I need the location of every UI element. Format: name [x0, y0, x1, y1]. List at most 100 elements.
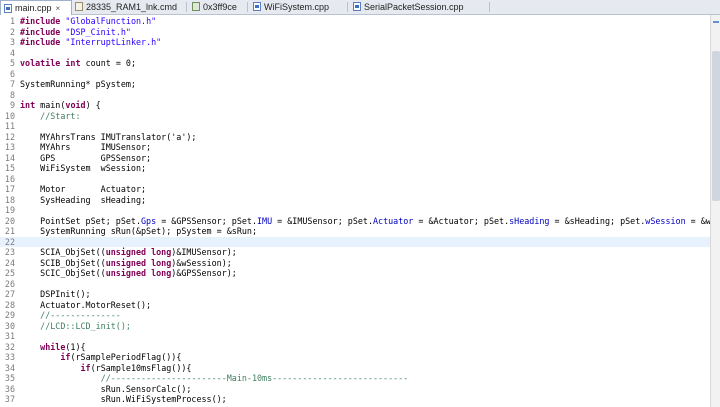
- code-line[interactable]: 11: [0, 121, 710, 132]
- code-line[interactable]: 26: [0, 279, 710, 290]
- line-number: 9: [9, 100, 15, 110]
- line-number: 33: [4, 352, 15, 362]
- keyword-token: unsigned long: [105, 257, 172, 268]
- code-text: volatile int count = 0;: [20, 58, 136, 69]
- cmd-file-icon: [75, 2, 83, 11]
- field-token: wSession: [645, 215, 686, 226]
- code-line[interactable]: 25 SCIC_ObjSet((unsigned long)&GPSSensor…: [0, 268, 710, 279]
- code-line[interactable]: 37 sRun.WiFiSystemProcess();: [0, 394, 710, 405]
- code-line[interactable]: 32 while(1){: [0, 342, 710, 353]
- line-number: 21: [4, 226, 15, 236]
- code-line[interactable]: 20 PointSet pSet; pSet.Gps = &GPSSensor;…: [0, 216, 710, 227]
- code-text: DSPInit();: [20, 289, 91, 300]
- code-token: DSPInit();: [20, 289, 91, 299]
- code-line[interactable]: 28 Actuator.MotorReset();: [0, 300, 710, 311]
- code-line[interactable]: 3 #include "InterruptLinker.h": [0, 37, 710, 48]
- code-line[interactable]: 36 sRun.SensorCalc();: [0, 384, 710, 395]
- code-line[interactable]: 7 SystemRunning* pSystem;: [0, 79, 710, 90]
- line-number: 37: [4, 394, 15, 404]
- code-line[interactable]: 16: [0, 174, 710, 185]
- code-text: if(rSamplePeriodFlag()){: [20, 352, 181, 363]
- code-line[interactable]: 29 //--------------: [0, 310, 710, 321]
- code-text: SystemRunning sRun(&pSet); pSystem = &sR…: [20, 226, 257, 237]
- code-line[interactable]: 2 #include "DSP_Cinit.h": [0, 27, 710, 38]
- vertical-scrollbar[interactable]: [710, 15, 720, 407]
- code-line[interactable]: 33 if(rSamplePeriodFlag()){: [0, 352, 710, 363]
- close-tab-icon[interactable]: ×: [56, 4, 61, 13]
- code-text: WiFiSystem wSession;: [20, 163, 146, 174]
- code-line[interactable]: 4: [0, 48, 710, 59]
- keyword-token: if: [60, 352, 71, 362]
- field-token: Actuator: [372, 215, 414, 226]
- code-text: Motor Actuator;: [20, 184, 146, 195]
- line-number: 3: [9, 37, 15, 47]
- line-number: 10: [4, 110, 15, 121]
- tab-main-cpp[interactable]: main.cpp ×: [0, 0, 72, 15]
- code-text: SysHeading sHeading;: [20, 195, 146, 206]
- code-line[interactable]: 10 //Start:: [0, 111, 710, 122]
- line-number: 32: [4, 341, 15, 352]
- tab-label: 28335_RAM1_lnk.cmd: [86, 1, 178, 12]
- code-line[interactable]: 30 //LCD::LCD_init();: [0, 321, 710, 332]
- code-token: SystemRunning* pSystem;: [20, 79, 136, 89]
- line-number: 1: [9, 16, 15, 26]
- line-number: 6: [9, 68, 15, 79]
- code-token: PointSet pSet; pSet.: [20, 215, 142, 226]
- code-token: )&wSession);: [171, 257, 232, 268]
- code-text: PointSet pSet; pSet.Gps = &GPSSensor; pS…: [20, 216, 710, 227]
- code-line[interactable]: 9 int main(void) {: [0, 100, 710, 111]
- code-text: MYAhrs IMUSensor;: [20, 142, 151, 153]
- code-line[interactable]: 21 SystemRunning sRun(&pSet); pSystem = …: [0, 226, 710, 237]
- scrollbar-thumb[interactable]: [712, 51, 720, 201]
- code-line[interactable]: 19: [0, 205, 710, 216]
- code-token: ) {: [85, 100, 101, 110]
- tab-0x3ff9ce[interactable]: 0x3ff9ce: [189, 0, 248, 13]
- code-token: SystemRunning sRun(&pSet); pSystem = &sR…: [20, 226, 257, 236]
- code-line[interactable]: 15 WiFiSystem wSession;: [0, 163, 710, 174]
- code-text: sRun.SensorCalc();: [20, 384, 192, 395]
- tab-serialpacketsession-cpp[interactable]: SerialPacketSession.cpp: [350, 0, 490, 13]
- line-number: 26: [4, 278, 15, 289]
- code-text: Actuator.MotorReset();: [20, 300, 151, 311]
- code-line[interactable]: 31: [0, 331, 710, 342]
- code-line[interactable]: 13 MYAhrs IMUSensor;: [0, 142, 710, 153]
- line-number: 7: [9, 79, 15, 89]
- code-line[interactable]: 6: [0, 69, 710, 80]
- line-number: 20: [4, 215, 15, 226]
- code-line[interactable]: 22: [0, 236, 710, 247]
- code-text: #include "DSP_Cinit.h": [20, 27, 131, 38]
- code-line[interactable]: 14 GPS GPSSensor;: [0, 153, 710, 164]
- code-editor[interactable]: 1 #include "GlobalFunction.h" 2 #include "D…: [0, 15, 710, 407]
- code-token: = &wSess: [690, 215, 710, 226]
- tab-28335-ram1-lnk-cmd[interactable]: 28335_RAM1_lnk.cmd: [72, 0, 187, 13]
- code-line[interactable]: 8: [0, 90, 710, 101]
- code-line[interactable]: 12 MYAhrsTrans IMUTranslator('a');: [0, 132, 710, 143]
- code-line[interactable]: 27 DSPInit();: [0, 289, 710, 300]
- line-number: 25: [4, 268, 15, 278]
- cpp-file-icon: [353, 2, 361, 11]
- code-token: (rSamplePeriodFlag()){: [70, 352, 182, 362]
- code-line[interactable]: 23 SCIA_ObjSet((unsigned long)&IMUSensor…: [0, 247, 710, 258]
- line-number: 30: [4, 320, 15, 331]
- line-number: 12: [4, 131, 15, 142]
- code-token: Motor Actuator;: [20, 184, 147, 194]
- tab-divider: [186, 2, 187, 12]
- code-line[interactable]: 17 Motor Actuator;: [0, 184, 710, 195]
- line-number: 8: [9, 89, 15, 100]
- code-line[interactable]: 1 #include "GlobalFunction.h": [0, 16, 710, 27]
- code-line[interactable]: 24 SCIB_ObjSet((unsigned long)&wSession)…: [0, 258, 710, 269]
- overview-marker[interactable]: [713, 21, 719, 23]
- code-line[interactable]: 34 if(rSample10msFlag()){: [0, 363, 710, 374]
- disassembly-icon: [192, 2, 200, 11]
- keyword-token: int: [20, 100, 36, 110]
- code-line[interactable]: 5 volatile int count = 0;: [0, 58, 710, 69]
- code-line[interactable]: 18 SysHeading sHeading;: [0, 195, 710, 206]
- tab-wifisystem-cpp[interactable]: WiFiSystem.cpp: [250, 0, 348, 13]
- tab-divider: [347, 2, 348, 12]
- code-line[interactable]: 35 //-----------------------Main-10ms---…: [0, 373, 710, 384]
- code-token: WiFiSystem wSession;: [20, 163, 147, 173]
